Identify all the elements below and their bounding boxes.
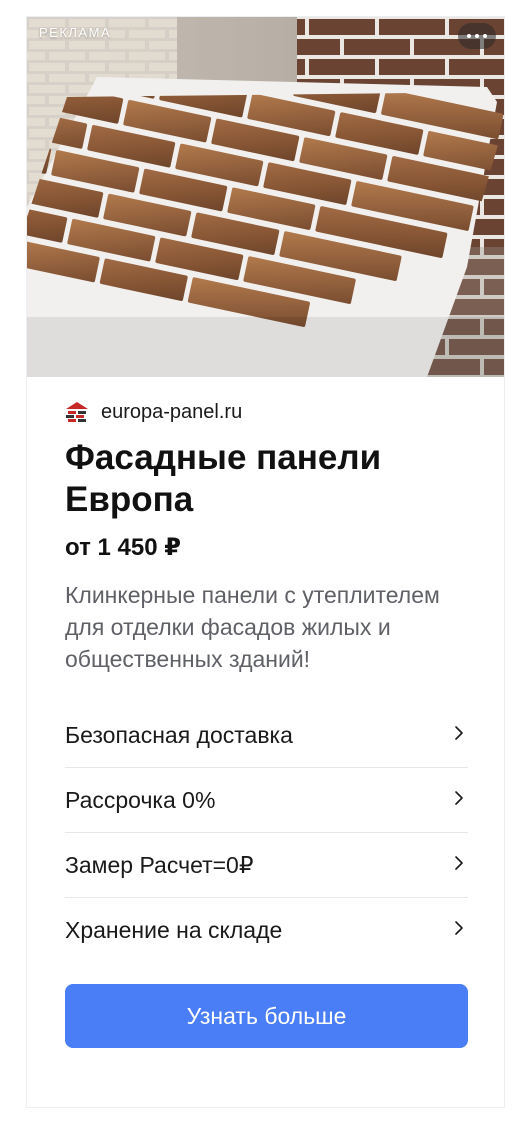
ad-image[interactable]: РЕКЛАМА <box>27 17 504 377</box>
chevron-right-icon <box>455 856 463 870</box>
dot <box>467 34 471 38</box>
sitelink-delivery[interactable]: Безопасная доставка <box>65 703 468 768</box>
sitelink-label: Замер Расчет=0₽ <box>65 851 254 878</box>
sitelink-storage[interactable]: Хранение на складе <box>65 898 468 962</box>
domain-row[interactable]: europa-panel.ru <box>65 399 466 425</box>
europa-panel-logo-icon <box>66 402 88 422</box>
sitelinks-list: Безопасная доставка Рассрочка 0% Замер Р… <box>65 703 468 962</box>
chevron-right-icon <box>455 726 463 740</box>
chevron-right-icon <box>455 791 463 805</box>
learn-more-button[interactable]: Узнать больше <box>65 984 468 1048</box>
sitelink-installment[interactable]: Рассрочка 0% <box>65 768 468 833</box>
ad-content: europa-panel.ru Фасадные панели Европа о… <box>27 377 504 1048</box>
dot <box>475 34 479 38</box>
dot <box>483 34 487 38</box>
ad-price: от 1 450 ₽ <box>65 534 181 561</box>
ad-card[interactable]: РЕКЛАМА europa-panel.ru Фасадные панели … <box>26 16 505 1108</box>
ad-title[interactable]: Фасадные панели Европа <box>65 437 466 521</box>
sitelink-measurement[interactable]: Замер Расчет=0₽ <box>65 833 468 898</box>
ad-label: РЕКЛАМА <box>39 25 112 40</box>
sitelink-label: Безопасная доставка <box>65 721 293 748</box>
ad-description: Клинкерные панели с утеплителем для отде… <box>65 582 440 672</box>
sitelink-label: Хранение на складе <box>65 916 283 943</box>
chevron-right-icon <box>455 921 463 935</box>
more-dots-icon[interactable] <box>458 23 496 49</box>
facade-panels-brick-image <box>27 17 504 377</box>
sitelink-label: Рассрочка 0% <box>65 786 216 813</box>
domain-link[interactable]: europa-panel.ru <box>101 401 242 424</box>
